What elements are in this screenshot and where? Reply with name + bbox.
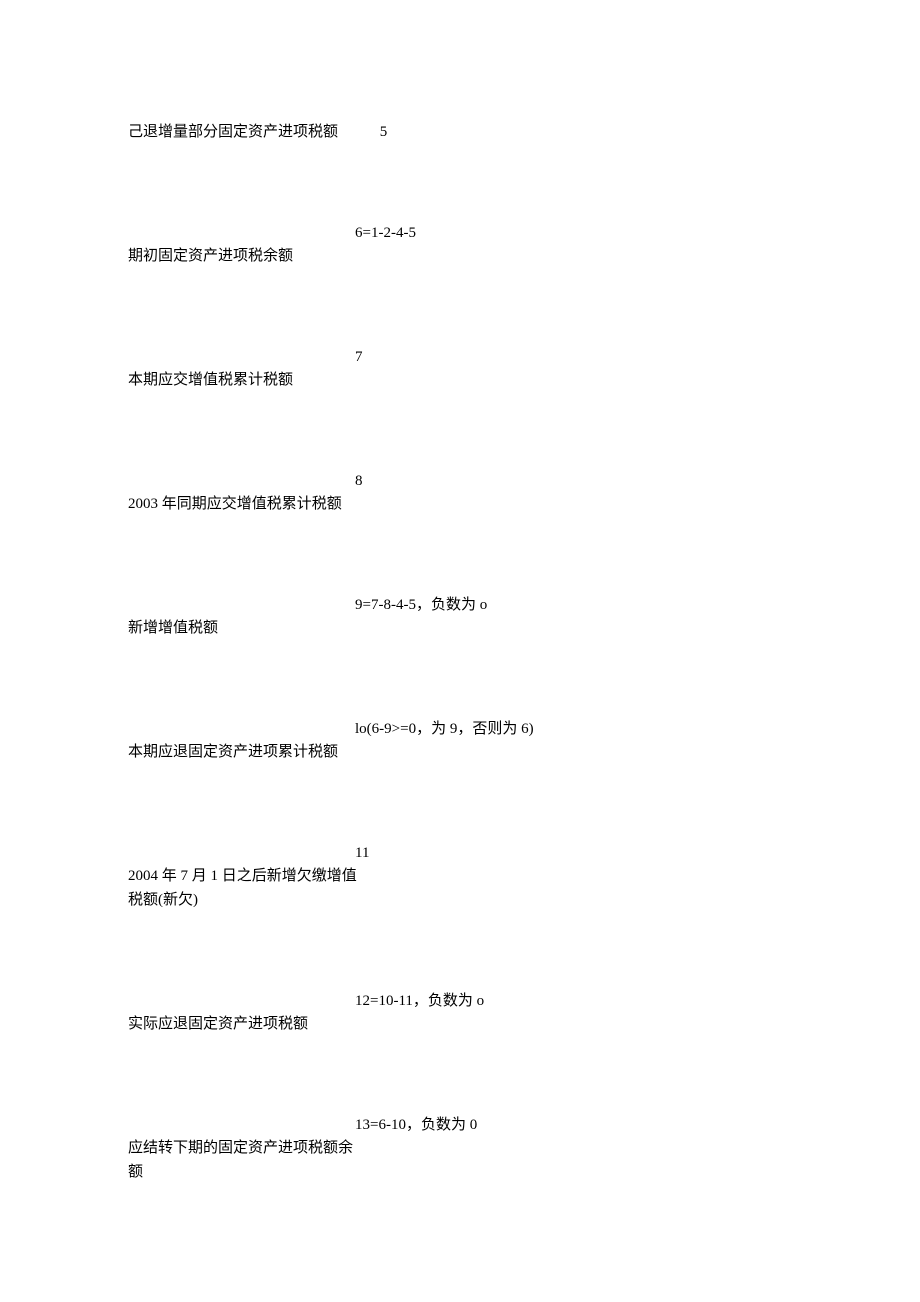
value-10: lo(6-9>=0，为 9，否则为 6) [355, 717, 534, 741]
row-9: 9=7-8-4-5，负数为 o 新增增值税额 [128, 616, 792, 640]
row-12: 12=10-11，负数为 o 实际应退固定资产进项税额 [128, 1012, 792, 1036]
value-5: 5 [380, 120, 388, 144]
label-8: 2003 年同期应交增值税累计税额 [128, 492, 342, 516]
row-5: 己退增量部分固定资产进项税额 5 [128, 120, 792, 144]
label-11: 2004 年 7 月 1 日之后新增欠缴增值税额(新欠) [128, 864, 358, 912]
row-6: 6=1-2-4-5 期初固定资产进项税余额 [128, 244, 792, 268]
label-12: 实际应退固定资产进项税额 [128, 1012, 308, 1036]
value-12: 12=10-11，负数为 o [355, 989, 484, 1013]
row-7: 7 本期应交增值税累计税额 [128, 368, 792, 392]
label-5: 己退增量部分固定资产进项税额 [128, 120, 338, 144]
row-11: 11 2004 年 7 月 1 日之后新增欠缴增值税额(新欠) [128, 864, 792, 912]
row-13: 13=6-10，负数为 0 应结转下期的固定资产进项税额余额 [128, 1136, 792, 1184]
value-6: 6=1-2-4-5 [355, 221, 416, 245]
value-9: 9=7-8-4-5，负数为 o [355, 593, 487, 617]
label-13: 应结转下期的固定资产进项税额余额 [128, 1136, 358, 1184]
value-11: 11 [355, 841, 369, 865]
row-10: lo(6-9>=0，为 9，否则为 6) 本期应退固定资产进项累计税额 [128, 740, 792, 764]
value-13: 13=6-10，负数为 0 [355, 1113, 477, 1137]
value-8: 8 [355, 469, 363, 493]
label-7: 本期应交增值税累计税额 [128, 368, 293, 392]
value-7: 7 [355, 345, 363, 369]
label-6: 期初固定资产进项税余额 [128, 244, 293, 268]
label-9: 新增增值税额 [128, 616, 218, 640]
label-10: 本期应退固定资产进项累计税额 [128, 740, 338, 764]
row-8: 8 2003 年同期应交增值税累计税额 [128, 492, 792, 516]
